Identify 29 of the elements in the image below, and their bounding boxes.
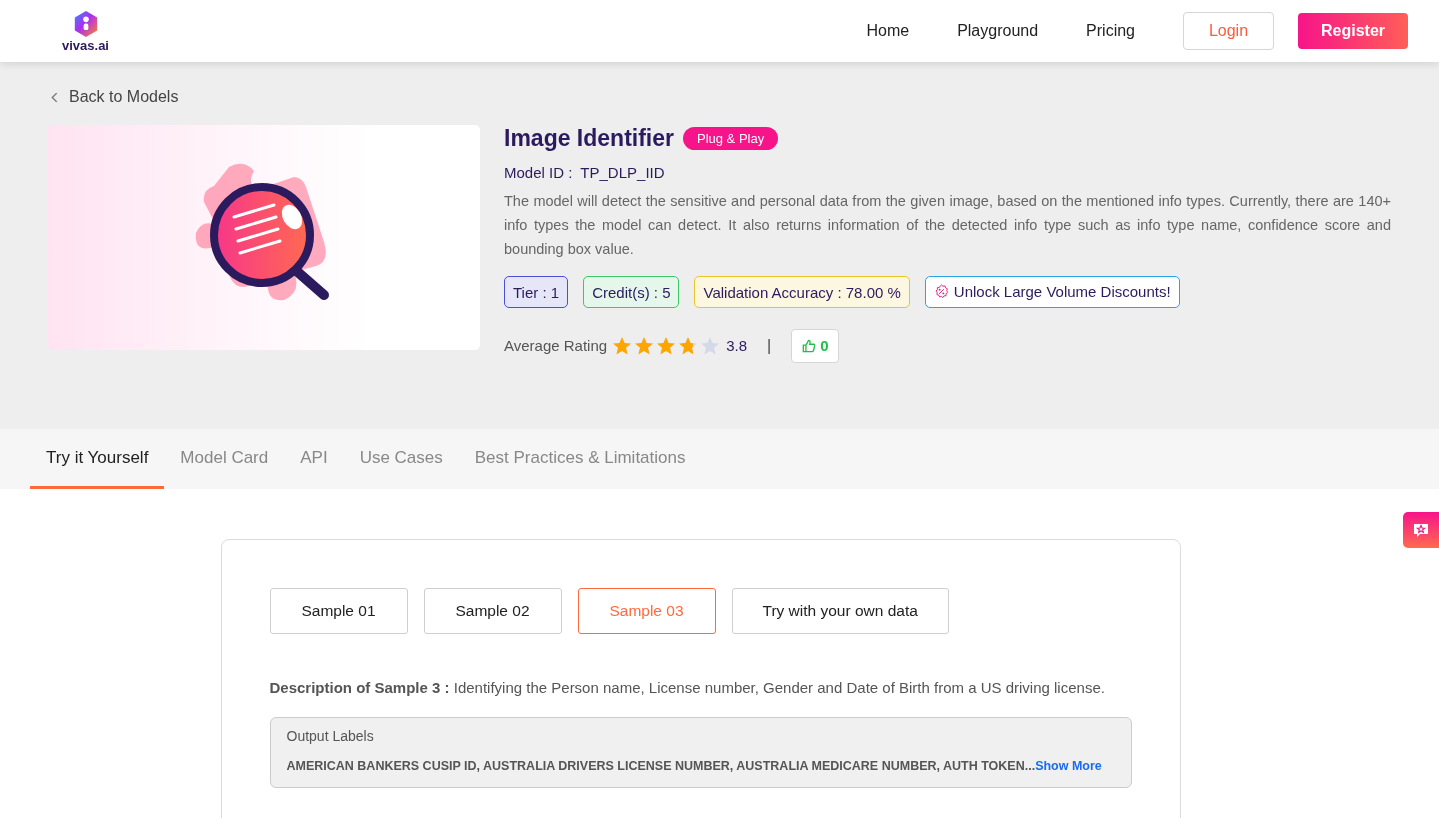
nav-link[interactable]: Home xyxy=(866,22,910,40)
sample-button[interactable]: Sample 02 xyxy=(423,588,562,634)
nav-link[interactable]: Playground xyxy=(957,22,1039,40)
thumbs-up-icon xyxy=(802,338,817,353)
model-id: TP_DLP_IID xyxy=(580,163,665,181)
register-button[interactable]: Register xyxy=(1298,13,1408,49)
model-id-label: Model ID : xyxy=(504,163,573,181)
rating-label: Average Rating xyxy=(504,337,608,354)
feedback-button[interactable] xyxy=(1403,512,1439,548)
sample-description: Description of Sample 3 : Identifying the Person name, License number, Gender and Date of Birth from a US driving license. xyxy=(269,678,1106,698)
show-more-link[interactable]: Show More xyxy=(1035,759,1102,773)
separator: | xyxy=(767,336,772,355)
output-labels-text: AMERICAN BANKERS CUSIP ID, AUSTRALIA DRIVERS LICENSE NUMBER, AUSTRALIA MEDICARE NUMBER, AUTH TOKEN...Show More xyxy=(286,758,1103,775)
model-title: Image Identifier xyxy=(504,124,674,152)
logo-text[interactable]: vivas.ai xyxy=(62,37,109,53)
output-labels-title: Output Labels xyxy=(286,728,375,744)
info-tag: Validation Accuracy : 78.00 % xyxy=(694,275,910,308)
sample-button[interactable]: Sample 01 xyxy=(269,588,408,634)
model-description: The model will detect the sensitive and personal data from the given image, based on the mentioned info types. Currently, there are 140+ info types the model can detect. It also returns information of the detected info type such as info type name, confidence score and bounding box value. xyxy=(504,191,1391,259)
tab[interactable]: Try it Yourself xyxy=(30,429,165,489)
plug-play-badge: Plug & Play xyxy=(683,126,779,150)
info-tag: Credit(s) : 5 xyxy=(583,275,680,308)
rating-value: 3.8 xyxy=(726,337,747,354)
nav-link[interactable]: Pricing xyxy=(1086,22,1135,40)
chevron-left-icon xyxy=(51,91,58,103)
back-link[interactable]: Back to Models xyxy=(51,88,179,106)
info-tag: Tier : 1 xyxy=(504,275,569,308)
sample-button[interactable]: Try with your own data xyxy=(731,588,949,634)
discount-icon xyxy=(933,284,949,299)
